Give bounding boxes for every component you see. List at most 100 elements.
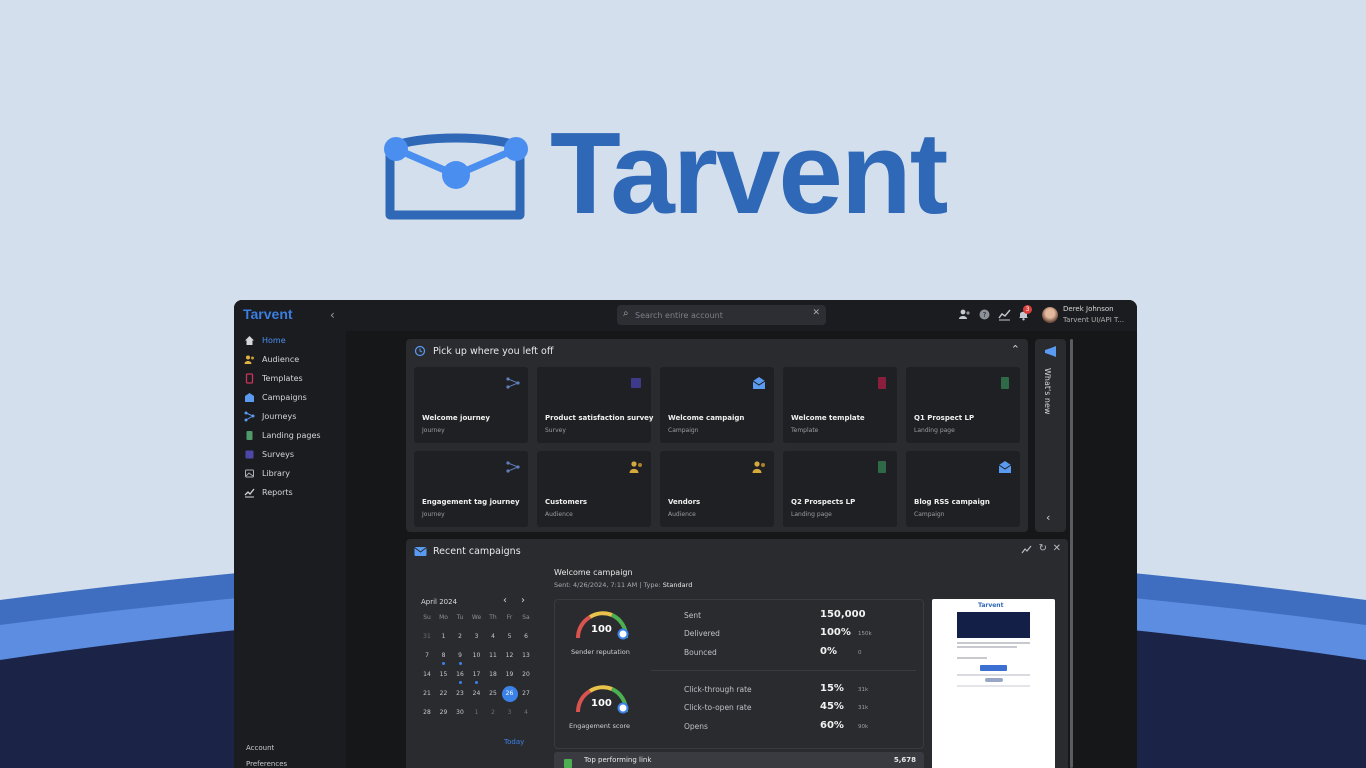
svg-text:?: ?	[983, 311, 987, 319]
search-bar[interactable]: ⌕ ✕	[617, 305, 826, 325]
engagement-score-label: Engagement score	[569, 722, 630, 730]
chevron-up-icon[interactable]: ⌃	[1011, 343, 1020, 356]
recent-item-card[interactable]: Welcome journey Journey	[414, 367, 528, 443]
recent-item-card[interactable]: Blog RSS campaign Campaign	[906, 451, 1020, 527]
calendar-day[interactable]: 11	[485, 649, 501, 662]
calendar-day[interactable]: 29	[436, 706, 452, 719]
preferences-link[interactable]: Preferences	[246, 760, 287, 768]
sidebar-item-audience[interactable]: Audience	[244, 351, 344, 367]
calendar-day[interactable]: 9	[452, 649, 468, 662]
calendar-day[interactable]: 7	[419, 649, 435, 662]
calendar-month: April 2024	[421, 598, 458, 606]
calendar-day[interactable]: 5	[502, 630, 518, 643]
calendar-day[interactable]: 6	[518, 630, 534, 643]
metric-value: 60%	[820, 720, 844, 731]
calendar-day-selected[interactable]: 26	[501, 685, 518, 702]
scrollbar[interactable]	[1070, 339, 1073, 768]
main-content: Pick up where you left off ⌃ Welcome jou…	[346, 331, 1137, 768]
calendar-day[interactable]: 23	[452, 687, 468, 700]
calendar-day[interactable]: 14	[419, 668, 435, 681]
recent-item-card[interactable]: Q1 Prospect LP Landing page	[906, 367, 1020, 443]
calendar-day[interactable]: 8	[436, 649, 452, 662]
close-icon[interactable]: ✕	[1053, 543, 1061, 554]
calendar-day[interactable]: 16	[452, 668, 468, 681]
preview-text-line	[957, 642, 1030, 644]
calendar-day[interactable]: 1	[436, 630, 452, 643]
prev-month-icon[interactable]: ‹	[503, 595, 507, 606]
sidebar-item-library[interactable]: Library	[244, 465, 344, 481]
calendar-day[interactable]: 3	[469, 630, 485, 643]
engagement-score-value: 100	[591, 698, 612, 709]
account-link[interactable]: Account	[246, 744, 274, 752]
calendar-day[interactable]: 2	[485, 706, 501, 719]
collapse-sidebar-icon[interactable]: ‹	[330, 308, 335, 322]
top-performing-link[interactable]: Top performing link 5,678	[554, 752, 924, 768]
sidebar-item-campaigns[interactable]: Campaigns	[244, 389, 344, 405]
search-input[interactable]	[635, 307, 805, 323]
analytics-icon[interactable]	[998, 308, 1011, 321]
search-options-icon[interactable]: ✕	[812, 308, 820, 318]
email-preview[interactable]: Tarvent	[932, 599, 1055, 768]
next-month-icon[interactable]: ›	[521, 595, 525, 606]
calendar-day-of-week: Sa	[522, 614, 530, 621]
calendar-day[interactable]: 22	[436, 687, 452, 700]
calendar-day[interactable]: 4	[518, 706, 534, 719]
recent-item-card[interactable]: Q2 Prospects LP Landing page	[783, 451, 897, 527]
recent-item-card[interactable]: Product satisfaction survey Survey	[537, 367, 654, 443]
campaign-icon	[752, 377, 766, 389]
calendar-day[interactable]: 27	[518, 687, 534, 700]
calendar-day[interactable]: 15	[436, 668, 452, 681]
card-title: Vendors	[668, 498, 701, 506]
calendar-day[interactable]: 10	[469, 649, 485, 662]
recent-item-card[interactable]: Welcome template Template	[783, 367, 897, 443]
metric-value: 150,000	[820, 609, 866, 620]
calendar-day[interactable]: 3	[502, 706, 518, 719]
chart-icon[interactable]	[1021, 545, 1032, 558]
calendar-day[interactable]: 1	[469, 706, 485, 719]
help-icon[interactable]: ?	[978, 308, 991, 321]
calendar-day[interactable]: 2	[452, 630, 468, 643]
calendar-day[interactable]: 25	[485, 687, 501, 700]
recent-item-card[interactable]: Engagement tag journey Journey	[414, 451, 528, 527]
calendar-day[interactable]: 13	[518, 649, 534, 662]
calendar-day[interactable]: 24	[469, 687, 485, 700]
sidebar-item-templates[interactable]: Templates	[244, 370, 344, 386]
calendar-day[interactable]: 28	[419, 706, 435, 719]
calendar-day[interactable]: 17	[469, 668, 485, 681]
calendar-day[interactable]: 12	[502, 649, 518, 662]
sidebar-item-reports[interactable]: Reports	[244, 484, 344, 500]
recent-item-card[interactable]: Welcome campaign Campaign	[660, 367, 774, 443]
avatar[interactable]	[1042, 307, 1058, 323]
calendar-day[interactable]: 21	[419, 687, 435, 700]
sidebar-item-label: Library	[262, 468, 290, 478]
today-button[interactable]: Today	[504, 738, 524, 746]
card-title: Q2 Prospects LP	[791, 498, 856, 506]
whats-new-panel[interactable]: What's new ‹	[1035, 339, 1066, 532]
card-title: Customers	[545, 498, 588, 506]
calendar-day[interactable]: 31	[419, 630, 435, 643]
refresh-icon[interactable]: ↻	[1039, 543, 1047, 554]
calendar-day[interactable]: 19	[502, 668, 518, 681]
journey-icon	[506, 461, 520, 473]
campaign-name[interactable]: Welcome campaign	[554, 568, 633, 577]
users-icon[interactable]	[958, 308, 971, 321]
metric-label: Click-to-open rate	[684, 703, 752, 712]
recent-item-card[interactable]: Vendors Audience	[660, 451, 774, 527]
megaphone-icon	[1045, 346, 1056, 357]
chevron-left-icon[interactable]: ‹	[1046, 511, 1050, 524]
sidebar-item-home[interactable]: Home	[244, 332, 344, 348]
user-org[interactable]: Tarvent UI/API T...	[1063, 316, 1124, 324]
app-logo[interactable]: Tarvent	[243, 306, 293, 322]
calendar-day[interactable]: 20	[518, 668, 534, 681]
calendar-day[interactable]: 30	[452, 706, 468, 719]
card-type: Survey	[545, 427, 566, 434]
calendar-day[interactable]: 4	[485, 630, 501, 643]
recent-item-card[interactable]: Customers Audience	[537, 451, 651, 527]
sidebar-item-journeys[interactable]: Journeys	[244, 408, 344, 424]
sidebar-item-landing-pages[interactable]: Landing pages	[244, 427, 344, 443]
card-title: Product satisfaction survey	[545, 414, 654, 422]
sidebar-item-label: Campaigns	[262, 392, 307, 402]
user-name[interactable]: Derek Johnson	[1063, 305, 1114, 313]
calendar-day[interactable]: 18	[485, 668, 501, 681]
sidebar-item-surveys[interactable]: Surveys	[244, 446, 344, 462]
